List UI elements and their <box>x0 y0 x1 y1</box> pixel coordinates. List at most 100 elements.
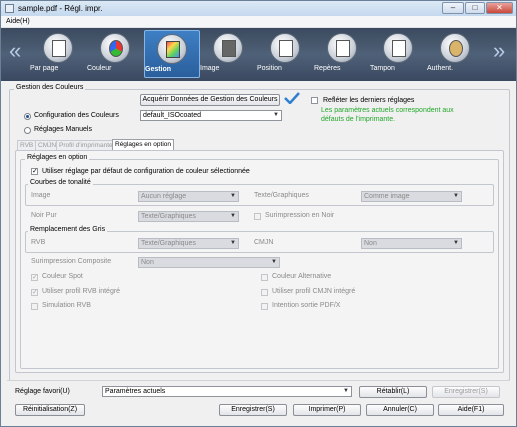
radio-manual[interactable] <box>24 127 31 134</box>
favorite-label: Réglage favori(U) <box>15 388 70 395</box>
cmyk-profile-checkbox[interactable] <box>261 289 268 296</box>
layout-icon <box>43 33 73 63</box>
overprint-black-label: Surimpression en Noir <box>265 212 335 219</box>
chevron-down-icon: ▼ <box>271 259 277 265</box>
prev-arrow-icon[interactable]: « <box>9 40 21 62</box>
rgb-simulation-label: Simulation RVB <box>42 302 91 309</box>
overprint-black-checkbox[interactable] <box>254 213 261 220</box>
tone-curves-title: Courbes de tonalité <box>28 179 93 186</box>
tool-label: Position <box>257 65 282 72</box>
tool-label: Couleur <box>87 65 112 72</box>
composite-value: Non <box>141 259 154 266</box>
spot-color-checkbox[interactable]: ✓ <box>31 274 38 281</box>
tool-position[interactable]: Position <box>257 30 313 78</box>
register-button[interactable]: Enregistrer(S) <box>219 404 287 416</box>
rgb-profile-label: Utiliser profil RVB intégré <box>42 288 121 295</box>
tool-reperes[interactable]: Repères <box>314 30 370 78</box>
group-title: Gestion des Couleurs <box>14 84 86 91</box>
chevron-down-icon: ▼ <box>230 193 236 199</box>
tool-par-page[interactable]: Par page <box>30 30 86 78</box>
tab-options[interactable]: Réglages en option <box>112 139 175 150</box>
maximize-button[interactable]: □ <box>465 2 485 14</box>
config-select[interactable]: default_ISOcoated ▼ <box>140 110 282 121</box>
crop-marks-icon <box>327 33 357 63</box>
menu-bar: Aide(H) <box>1 16 516 28</box>
checkmark-icon <box>284 92 300 104</box>
category-toolbar: « Par page Couleur Gestion Image Positio… <box>1 28 516 81</box>
window-title: sample.pdf - Régl. impr. <box>18 4 103 13</box>
minimize-button[interactable]: – <box>442 2 464 14</box>
color-management-icon <box>157 34 187 64</box>
cmyk-profile-label: Utiliser profil CMJN intégré <box>272 288 356 295</box>
tone-image-value: Aucun réglage <box>141 193 187 200</box>
print-settings-window: sample.pdf - Régl. impr. – □ ✕ Aide(H) «… <box>0 0 517 427</box>
tool-label: Gestion <box>145 66 172 73</box>
alt-color-label: Couleur Alternative <box>272 273 332 280</box>
cancel-button[interactable]: Annuler(C) <box>366 404 434 416</box>
print-button[interactable]: Imprimer(P) <box>293 404 361 416</box>
config-select-value: default_ISOcoated <box>143 112 201 119</box>
tone-text-value: Comme image <box>364 193 410 200</box>
tone-image-label: Image <box>31 192 51 199</box>
tool-couleur[interactable]: Couleur <box>87 30 143 78</box>
stamp-icon <box>383 33 413 63</box>
image-icon <box>213 33 243 63</box>
gray-cmyk-label: CMJN <box>254 239 274 246</box>
rgb-simulation-checkbox[interactable] <box>31 303 38 310</box>
use-default-label: Utiliser réglage par défaut de configura… <box>42 168 250 175</box>
tool-image[interactable]: Image <box>200 30 256 78</box>
tab-profil[interactable]: Profil d'imprimante <box>56 140 116 150</box>
close-button[interactable]: ✕ <box>486 2 513 14</box>
chevron-down-icon: ▼ <box>273 112 279 118</box>
use-default-checkbox[interactable]: ✓ <box>31 168 38 175</box>
tool-label: Par page <box>30 65 59 72</box>
help-button[interactable]: Aide(F1) <box>438 404 504 416</box>
chevron-down-icon: ▼ <box>230 213 236 219</box>
tool-label: Tampon <box>370 65 395 72</box>
reset-button[interactable]: Réinitialisation(Z) <box>15 404 85 416</box>
rgb-profile-checkbox[interactable]: ✓ <box>31 289 38 296</box>
pdfx-intent-label: Intention sortie PDF/X <box>272 302 341 309</box>
tool-label: Image <box>200 65 220 72</box>
menu-help[interactable]: Aide(H) <box>6 18 30 25</box>
radio-manual-label: Réglages Manuels <box>34 126 92 133</box>
tool-gestion[interactable]: Gestion <box>144 30 200 78</box>
pdfx-intent-checkbox[interactable] <box>261 303 268 310</box>
status-note-line: défauts de l'imprimante. <box>321 116 396 123</box>
tab-rvb[interactable]: RVB <box>17 140 37 150</box>
gray-rgb-value: Texte/Graphiques <box>141 240 196 247</box>
color-icon <box>100 33 130 63</box>
favorite-value: Paramètres actuels <box>105 388 166 395</box>
save-favorite-button[interactable]: Enregistrer(S) <box>432 386 500 398</box>
radio-config[interactable] <box>24 113 31 120</box>
composite-select[interactable]: Non ▼ <box>138 257 280 268</box>
spot-color-label: Couleur Spot <box>42 273 83 280</box>
status-note-line: Les paramètres actuels correspondent aux <box>321 107 454 114</box>
favorite-select[interactable]: Paramètres actuels ▼ <box>102 386 352 397</box>
acquire-data-button[interactable]: Acquérir Données de Gestion des Couleurs <box>140 94 280 106</box>
gray-cmyk-value: Non <box>364 240 377 247</box>
tone-image-select[interactable]: Aucun réglage ▼ <box>138 191 239 202</box>
tone-text-select[interactable]: Comme image ▼ <box>361 191 462 202</box>
pure-black-label: Noir Pur <box>31 212 57 219</box>
tool-tampon[interactable]: Tampon <box>370 30 426 78</box>
alt-color-checkbox[interactable] <box>261 274 268 281</box>
chevron-down-icon: ▼ <box>343 388 349 394</box>
status-note: Les paramètres actuels correspondent aux… <box>321 106 454 124</box>
gray-rgb-select[interactable]: Texte/Graphiques ▼ <box>138 238 239 249</box>
tool-label: Repères <box>314 65 341 72</box>
gray-rgb-label: RVB <box>31 239 46 246</box>
gray-cmyk-select[interactable]: Non ▼ <box>361 238 462 249</box>
restore-button[interactable]: Rétablir(L) <box>359 386 427 398</box>
divider <box>7 380 510 381</box>
next-arrow-icon[interactable]: » <box>493 40 505 62</box>
reflect-settings-checkbox[interactable] <box>311 97 318 104</box>
app-icon <box>5 4 14 13</box>
title-bar[interactable]: sample.pdf - Régl. impr. – □ ✕ <box>1 1 516 16</box>
pure-black-value: Texte/Graphiques <box>141 213 196 220</box>
tool-authent[interactable]: Authent. <box>427 30 483 78</box>
tool-label: Authent. <box>427 65 454 72</box>
composite-label: Surimpression Composite <box>31 258 112 265</box>
reflect-settings-label: Refléter les derniers réglages <box>323 97 415 104</box>
pure-black-select[interactable]: Texte/Graphiques ▼ <box>138 211 239 222</box>
